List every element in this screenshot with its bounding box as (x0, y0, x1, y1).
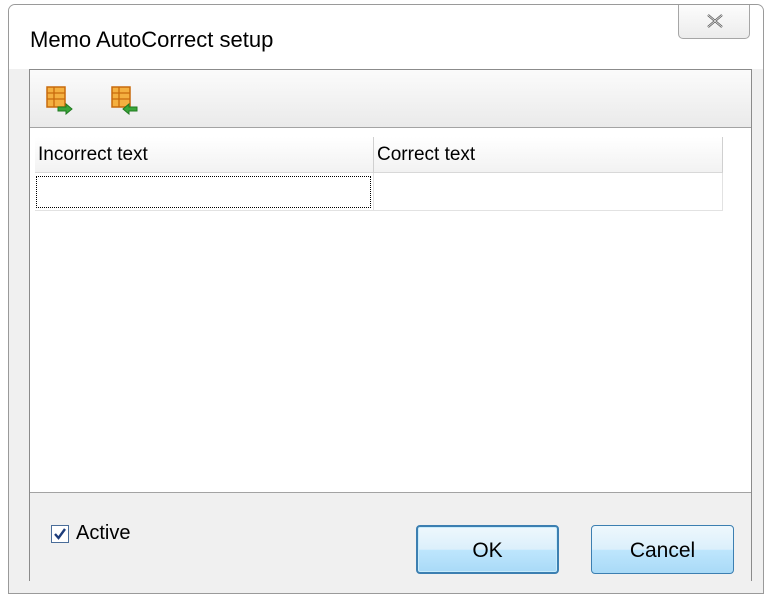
dialog-window: Memo AutoCorrect setup Incorrect text Co… (8, 4, 764, 594)
active-label[interactable]: Active (76, 522, 130, 545)
add-row-button[interactable] (45, 85, 75, 115)
remove-row-button[interactable] (110, 85, 140, 115)
close-icon (707, 14, 723, 28)
incorrect-text-cell[interactable] (35, 173, 374, 211)
window-title: Memo AutoCorrect setup (30, 27, 274, 52)
toolbar (30, 70, 751, 128)
remove-row-icon (111, 86, 138, 115)
dialog-client-area: Incorrect text Correct text Active OK Ca… (29, 69, 752, 581)
table-row[interactable] (35, 173, 723, 211)
cell-focus-rect (36, 176, 371, 208)
correct-text-cell[interactable] (374, 173, 723, 211)
column-header-incorrect-text[interactable]: Incorrect text (35, 137, 374, 173)
title-bar: Memo AutoCorrect setup (9, 5, 763, 69)
close-button[interactable] (678, 5, 750, 39)
cancel-button[interactable]: Cancel (591, 525, 734, 574)
dialog-footer: Active OK Cancel (30, 492, 751, 581)
column-header-correct-text[interactable]: Correct text (374, 137, 723, 173)
grid-header-row: Incorrect text Correct text (35, 137, 723, 173)
check-icon (54, 528, 66, 540)
ok-button[interactable]: OK (416, 525, 559, 574)
active-checkbox[interactable] (51, 525, 69, 543)
autocorrect-grid[interactable]: Incorrect text Correct text (30, 128, 751, 492)
add-row-icon (46, 86, 73, 115)
